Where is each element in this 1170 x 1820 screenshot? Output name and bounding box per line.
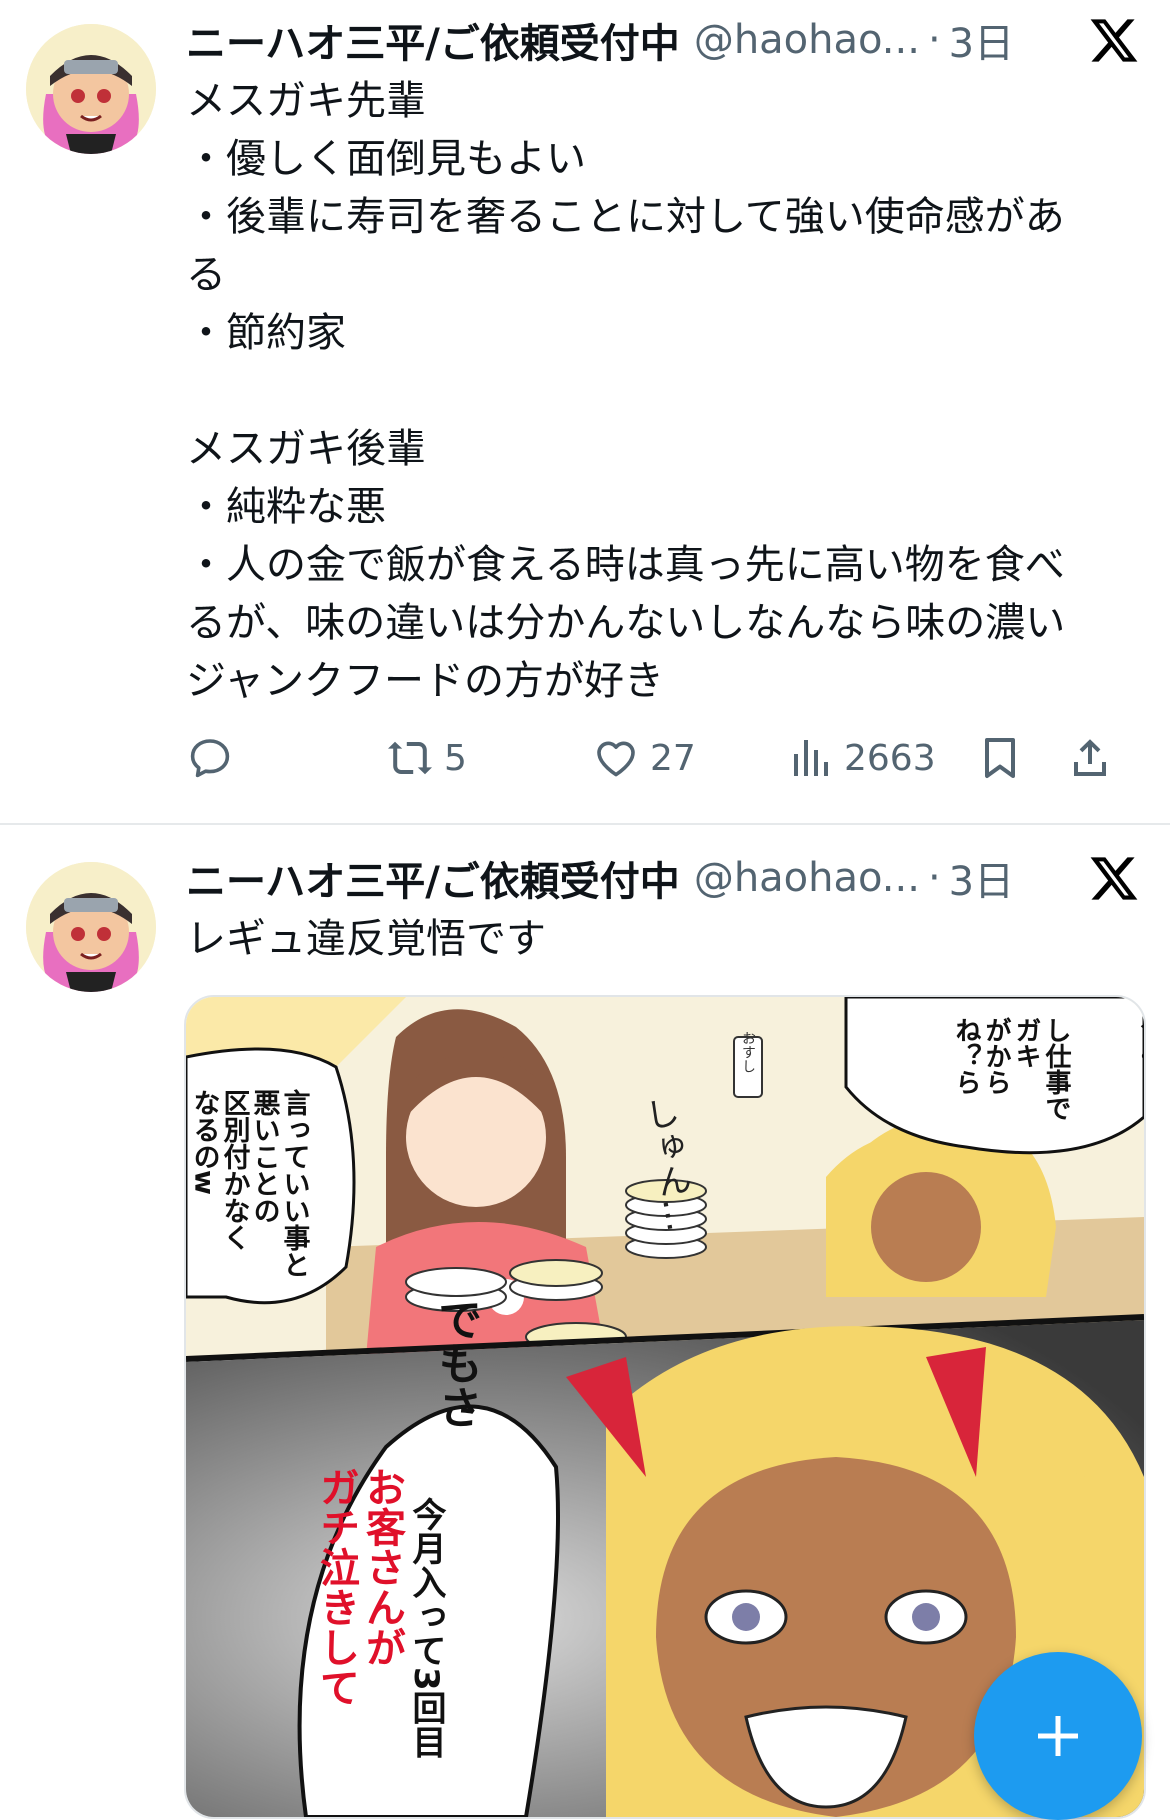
tweet-1[interactable]: ニーハオ三平/ご依頼受付中 @haohao... · 3日 メスガキ先輩 ・優し… (0, 0, 1170, 822)
tweet-header: ニーハオ三平/ご依頼受付中 @haohao... · 3日 (186, 850, 1140, 906)
author-avatar[interactable] (26, 862, 156, 992)
bubble-top-right-line: ガキ (1011, 1017, 1041, 1069)
tweet-text: メスガキ先輩 ・優しく面倒見もよい ・後輩に寿司を奢ることに対して強い使命感があ… (186, 72, 1126, 710)
like-button[interactable]: 27 (592, 728, 696, 788)
tweet-actions: 5 27 2663 (186, 728, 1138, 788)
bookmark-icon (985, 738, 1015, 778)
text-line: ジャンクフードの方が好き (186, 658, 664, 704)
views-count: 2663 (844, 737, 936, 779)
author-name[interactable]: ニーハオ三平/ご依頼受付中 (186, 11, 680, 69)
heart-icon (597, 741, 635, 777)
bubble-bottom-black: 今月入って3回目 (406, 1496, 446, 1759)
tweet-timestamp[interactable]: 3日 (949, 849, 1014, 907)
bubble-left-line: 言っていい事と (279, 1089, 311, 1278)
tweet-text: レギュ違反覚悟です (186, 910, 1126, 968)
separator-dot: · (927, 17, 941, 63)
text-line: ・節約家 (186, 310, 346, 356)
tweet-timestamp[interactable]: 3日 (949, 11, 1014, 69)
bubble-center-text: でもさ (431, 1297, 482, 1429)
text-line: メスガキ先輩 (186, 78, 426, 124)
bubble-top-right-line: がから (981, 1017, 1011, 1095)
text-line: レギュ違反覚悟です (186, 916, 546, 962)
share-button[interactable] (1066, 728, 1114, 788)
text-line: ・優しく面倒見もよい (186, 136, 586, 182)
author-name[interactable]: ニーハオ三平/ご依頼受付中 (186, 849, 680, 907)
tweet-header: ニーハオ三平/ご依頼受付中 @haohao... · 3日 (186, 12, 1140, 68)
bubble-bottom-red-line: ガチ泣きして (313, 1467, 360, 1707)
views-bar-chart-icon (794, 740, 828, 776)
retweet-count: 5 (444, 737, 467, 779)
text-line: ・純粋な悪 (186, 484, 386, 530)
reply-icon (190, 739, 230, 778)
bubble-left-line: 区別付かなく (219, 1089, 251, 1251)
retweet-icon (388, 741, 432, 775)
author-handle[interactable]: @haohao... (694, 17, 920, 63)
bubble-top-right-line: ね？ら (951, 1017, 981, 1095)
tweet-divider (0, 823, 1170, 825)
author-handle[interactable]: @haohao... (694, 855, 920, 901)
compose-plus-icon (1038, 1716, 1078, 1756)
separator-dot: · (927, 855, 941, 901)
bookmark-button[interactable] (976, 728, 1024, 788)
text-line: ・後輩に寿司を奢ることに対して強い使命感があ (186, 194, 1065, 240)
text-line: メスガキ後輩 (186, 426, 426, 472)
text-line: ・人の金で飯が食える時は真っ先に高い物を食べ (186, 542, 1065, 588)
compose-button[interactable] (974, 1652, 1142, 1820)
share-icon (1074, 739, 1106, 776)
text-line (186, 362, 1126, 420)
reply-button[interactable] (186, 728, 234, 788)
like-count: 27 (650, 737, 696, 779)
bubble-left-line: なるのw (189, 1089, 220, 1195)
bubble-bottom-red-line: お客さんが (359, 1467, 406, 1667)
retweet-button[interactable]: 5 (386, 728, 467, 788)
author-avatar[interactable] (26, 24, 156, 154)
bubble-left-line: 悪いことの (249, 1089, 281, 1224)
text-line: るが、味の違いは分かんないしなんなら味の濃い (186, 600, 1066, 646)
x-logo-icon (1090, 857, 1138, 900)
views-button[interactable]: 2663 (786, 728, 936, 788)
x-logo-icon (1090, 19, 1138, 62)
sushi-label: おすし (740, 1031, 756, 1073)
bubble-top-right-line: し仕事で (1041, 1017, 1072, 1121)
text-line: る (186, 252, 226, 298)
